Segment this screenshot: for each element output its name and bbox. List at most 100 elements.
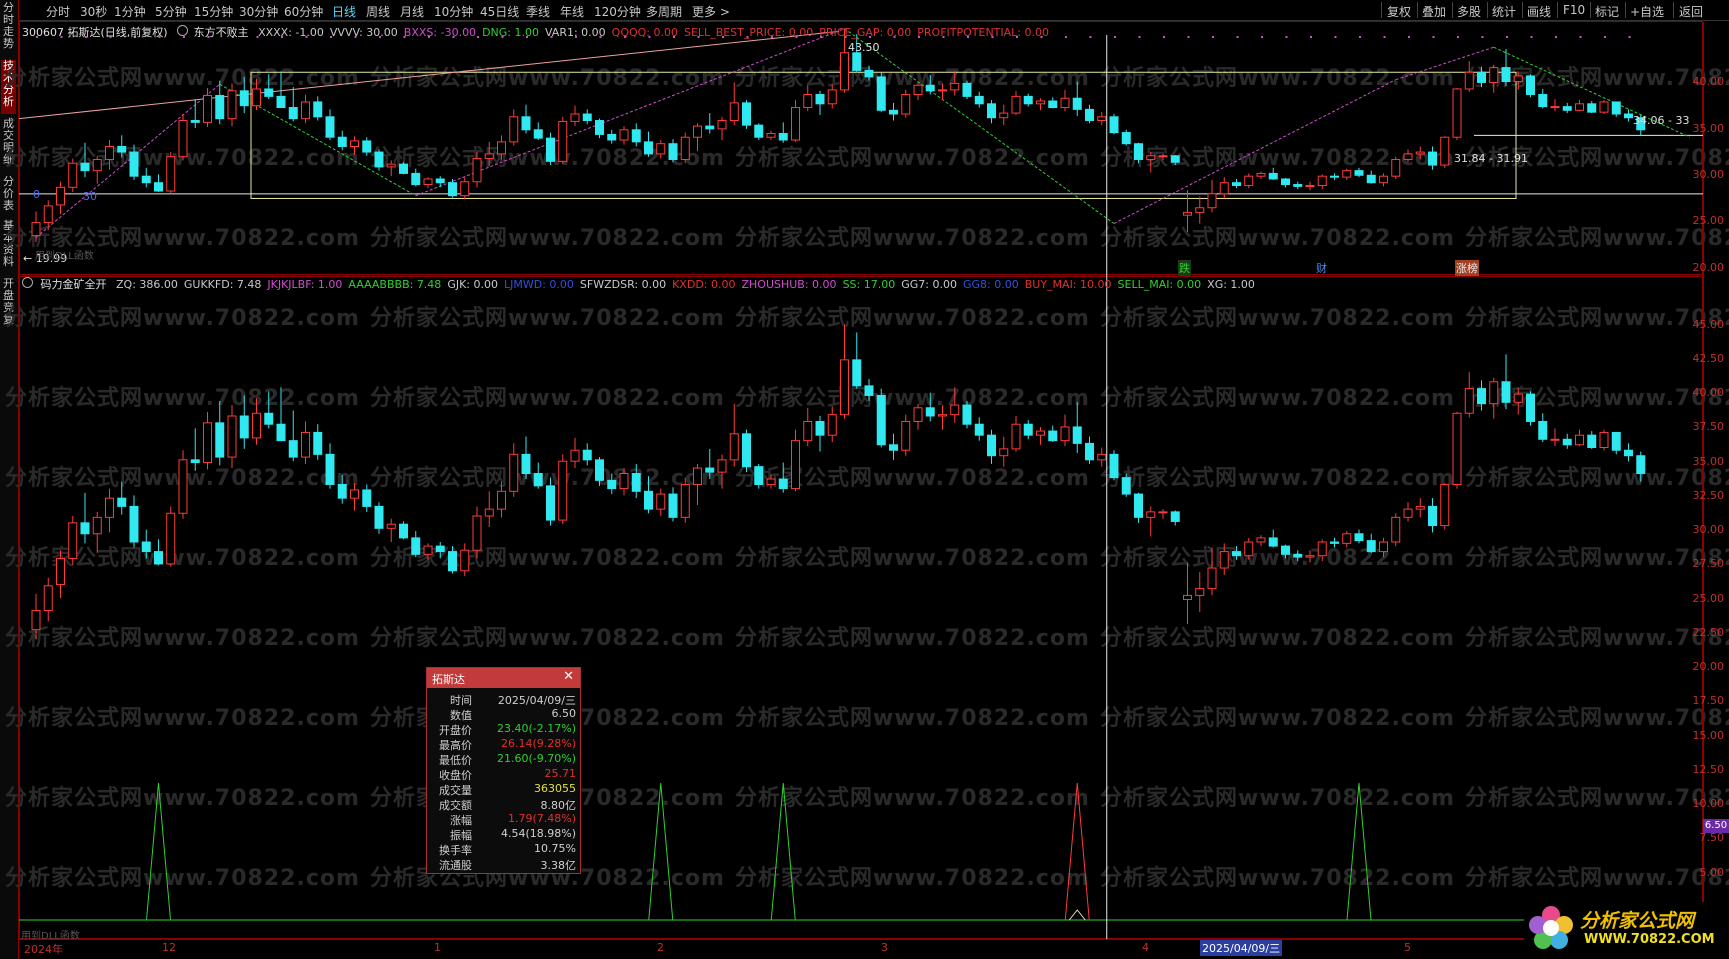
period-monthly[interactable]: 月线 bbox=[400, 3, 424, 20]
indicator-value: ZQ: 386.00 bbox=[116, 278, 178, 291]
sub-candle-body bbox=[117, 497, 127, 507]
settings-icon[interactable] bbox=[177, 25, 189, 36]
candle-body bbox=[117, 145, 127, 153]
indicator-value: SELL_MAI: 0.00 bbox=[1117, 278, 1202, 291]
period-30min[interactable]: 30分钟 bbox=[239, 3, 278, 20]
popup-row: 开盘价 23.40(-2.17%) bbox=[427, 722, 580, 737]
stats-button[interactable]: 统计 bbox=[1492, 3, 1516, 20]
close-icon[interactable]: ✕ bbox=[563, 669, 574, 684]
signal-dot bbox=[1481, 36, 1484, 38]
sub-candle-body bbox=[80, 522, 90, 535]
sub-candle-body bbox=[484, 508, 494, 517]
candle-body bbox=[1195, 207, 1205, 213]
marker-finance[interactable]: 财 bbox=[1316, 260, 1327, 276]
candle-body bbox=[950, 82, 960, 91]
candle-body bbox=[1293, 184, 1303, 187]
popup-row: 成交额 8.80亿 bbox=[427, 797, 580, 812]
tab-price-table[interactable]: 分价表 bbox=[1, 176, 16, 216]
period-more[interactable]: 更多 > bbox=[692, 3, 730, 20]
candle-body bbox=[595, 120, 604, 135]
indicator-name[interactable]: 东方不败主 bbox=[194, 26, 249, 39]
candle-body bbox=[288, 107, 298, 120]
candle-body bbox=[815, 94, 825, 105]
sub-candle-body bbox=[1219, 551, 1229, 569]
sub-candle-body bbox=[521, 453, 531, 475]
sub-candle-body bbox=[1268, 537, 1278, 547]
sub-tick-label: 22.50 bbox=[1692, 625, 1725, 639]
period-yearly[interactable]: 年线 bbox=[560, 3, 584, 20]
marker-limit-up[interactable]: 涨榜 bbox=[1455, 260, 1479, 276]
sub-candle-body bbox=[938, 414, 947, 417]
indicator-value: SS: 17.00 bbox=[842, 278, 896, 291]
signal-dot bbox=[1334, 36, 1337, 38]
candle-body bbox=[423, 178, 433, 186]
sub-candle-body bbox=[1158, 511, 1168, 514]
candle-body bbox=[460, 181, 470, 197]
sub-candle-body bbox=[570, 449, 580, 462]
sub-tick-label: 30.00 bbox=[1692, 523, 1725, 537]
sub-candle-body bbox=[350, 489, 359, 499]
overlay-button[interactable]: 叠加 bbox=[1422, 3, 1446, 20]
price-tick-label: 35.00 bbox=[1692, 121, 1725, 135]
candle-body bbox=[1244, 175, 1254, 186]
indicator-value: BUY_MAI: 10.00 bbox=[1024, 278, 1112, 291]
sub-candle-body bbox=[1195, 588, 1205, 596]
f10-button[interactable]: F10 bbox=[1563, 3, 1585, 17]
main-info-line: 300607 拓斯达(日线,前复权) 东方不败主 XXXX: -1.00 VVVV… bbox=[22, 24, 1049, 40]
popup-row-label: 数值 bbox=[450, 709, 472, 722]
candle-body bbox=[1489, 67, 1499, 83]
back-button[interactable]: 返回 bbox=[1679, 3, 1703, 20]
period-multi[interactable]: 多周期 bbox=[646, 3, 682, 20]
signal-dot bbox=[1604, 36, 1606, 38]
period-5min[interactable]: 5分钟 bbox=[155, 3, 187, 20]
sub-indicator-name[interactable]: 码力金矿全开 bbox=[41, 278, 107, 291]
period-quarterly[interactable]: 季线 bbox=[526, 3, 550, 20]
settings-icon[interactable] bbox=[22, 277, 33, 288]
popup-header[interactable]: 拓斯达 ✕ bbox=[427, 668, 580, 688]
indicator-value: JKJKJLBF: 1.00 bbox=[267, 278, 343, 291]
period-15min[interactable]: 15分钟 bbox=[194, 3, 233, 20]
tab-time-share[interactable]: 分时走势 bbox=[1, 2, 16, 56]
period-120min[interactable]: 120分钟 bbox=[594, 3, 641, 20]
popup-row: 振幅 4.54(18.98%) bbox=[427, 827, 580, 842]
sub-candle-body bbox=[31, 609, 41, 631]
adjust-button[interactable]: 复权 bbox=[1387, 3, 1411, 20]
period-1min[interactable]: 1分钟 bbox=[114, 3, 146, 20]
multi-stock-button[interactable]: 多股 bbox=[1457, 3, 1481, 20]
sub-candle-body bbox=[558, 460, 568, 521]
sub-candle-body bbox=[203, 422, 212, 464]
candle-body bbox=[1170, 155, 1180, 163]
signal-dot bbox=[1285, 36, 1288, 38]
sub-candle-body bbox=[386, 523, 396, 529]
sub-candle-body bbox=[815, 420, 825, 436]
logo-url: WWW.70822.COM bbox=[1584, 932, 1715, 947]
period-weekly[interactable]: 周线 bbox=[366, 3, 390, 20]
candle-body bbox=[1011, 95, 1021, 114]
period-45day[interactable]: 45日线 bbox=[480, 3, 519, 20]
period-10min[interactable]: 10分钟 bbox=[434, 3, 473, 20]
date-label: 2 bbox=[657, 941, 664, 954]
kline-chart[interactable] bbox=[19, 21, 1703, 959]
period-daily[interactable]: 日线 bbox=[332, 3, 356, 20]
candle-body bbox=[889, 109, 898, 115]
period-30s[interactable]: 30秒 bbox=[80, 3, 107, 20]
popup-row-label: 收盘价 bbox=[439, 769, 472, 782]
candle-body bbox=[166, 156, 176, 192]
date-label: 3 bbox=[881, 941, 888, 954]
period-60min[interactable]: 60分钟 bbox=[284, 3, 323, 20]
sub-tick-label: 7.50 bbox=[1699, 831, 1725, 845]
sub-candle-body bbox=[1366, 540, 1376, 553]
mark-button[interactable]: 标记 bbox=[1595, 3, 1619, 20]
candle-body bbox=[68, 162, 78, 188]
candle-body bbox=[1268, 172, 1278, 180]
candle-body bbox=[105, 145, 114, 160]
add-favorite-button[interactable]: +自选 bbox=[1630, 3, 1664, 20]
sub-candle-body bbox=[1501, 381, 1511, 403]
zigzag-line bbox=[1113, 79, 1396, 224]
candle-body bbox=[1599, 101, 1609, 113]
quote-popup[interactable]: 拓斯达 ✕ 时间 2025/04/09/三 数值 6.50 开盘价 23.40(-2.17… bbox=[426, 667, 581, 874]
flower-logo-icon bbox=[1529, 906, 1573, 949]
draw-line-button[interactable]: 画线 bbox=[1527, 3, 1551, 20]
period-timeshare[interactable]: 分时 bbox=[46, 3, 70, 20]
marker-fall[interactable]: 跌 bbox=[1178, 260, 1191, 276]
